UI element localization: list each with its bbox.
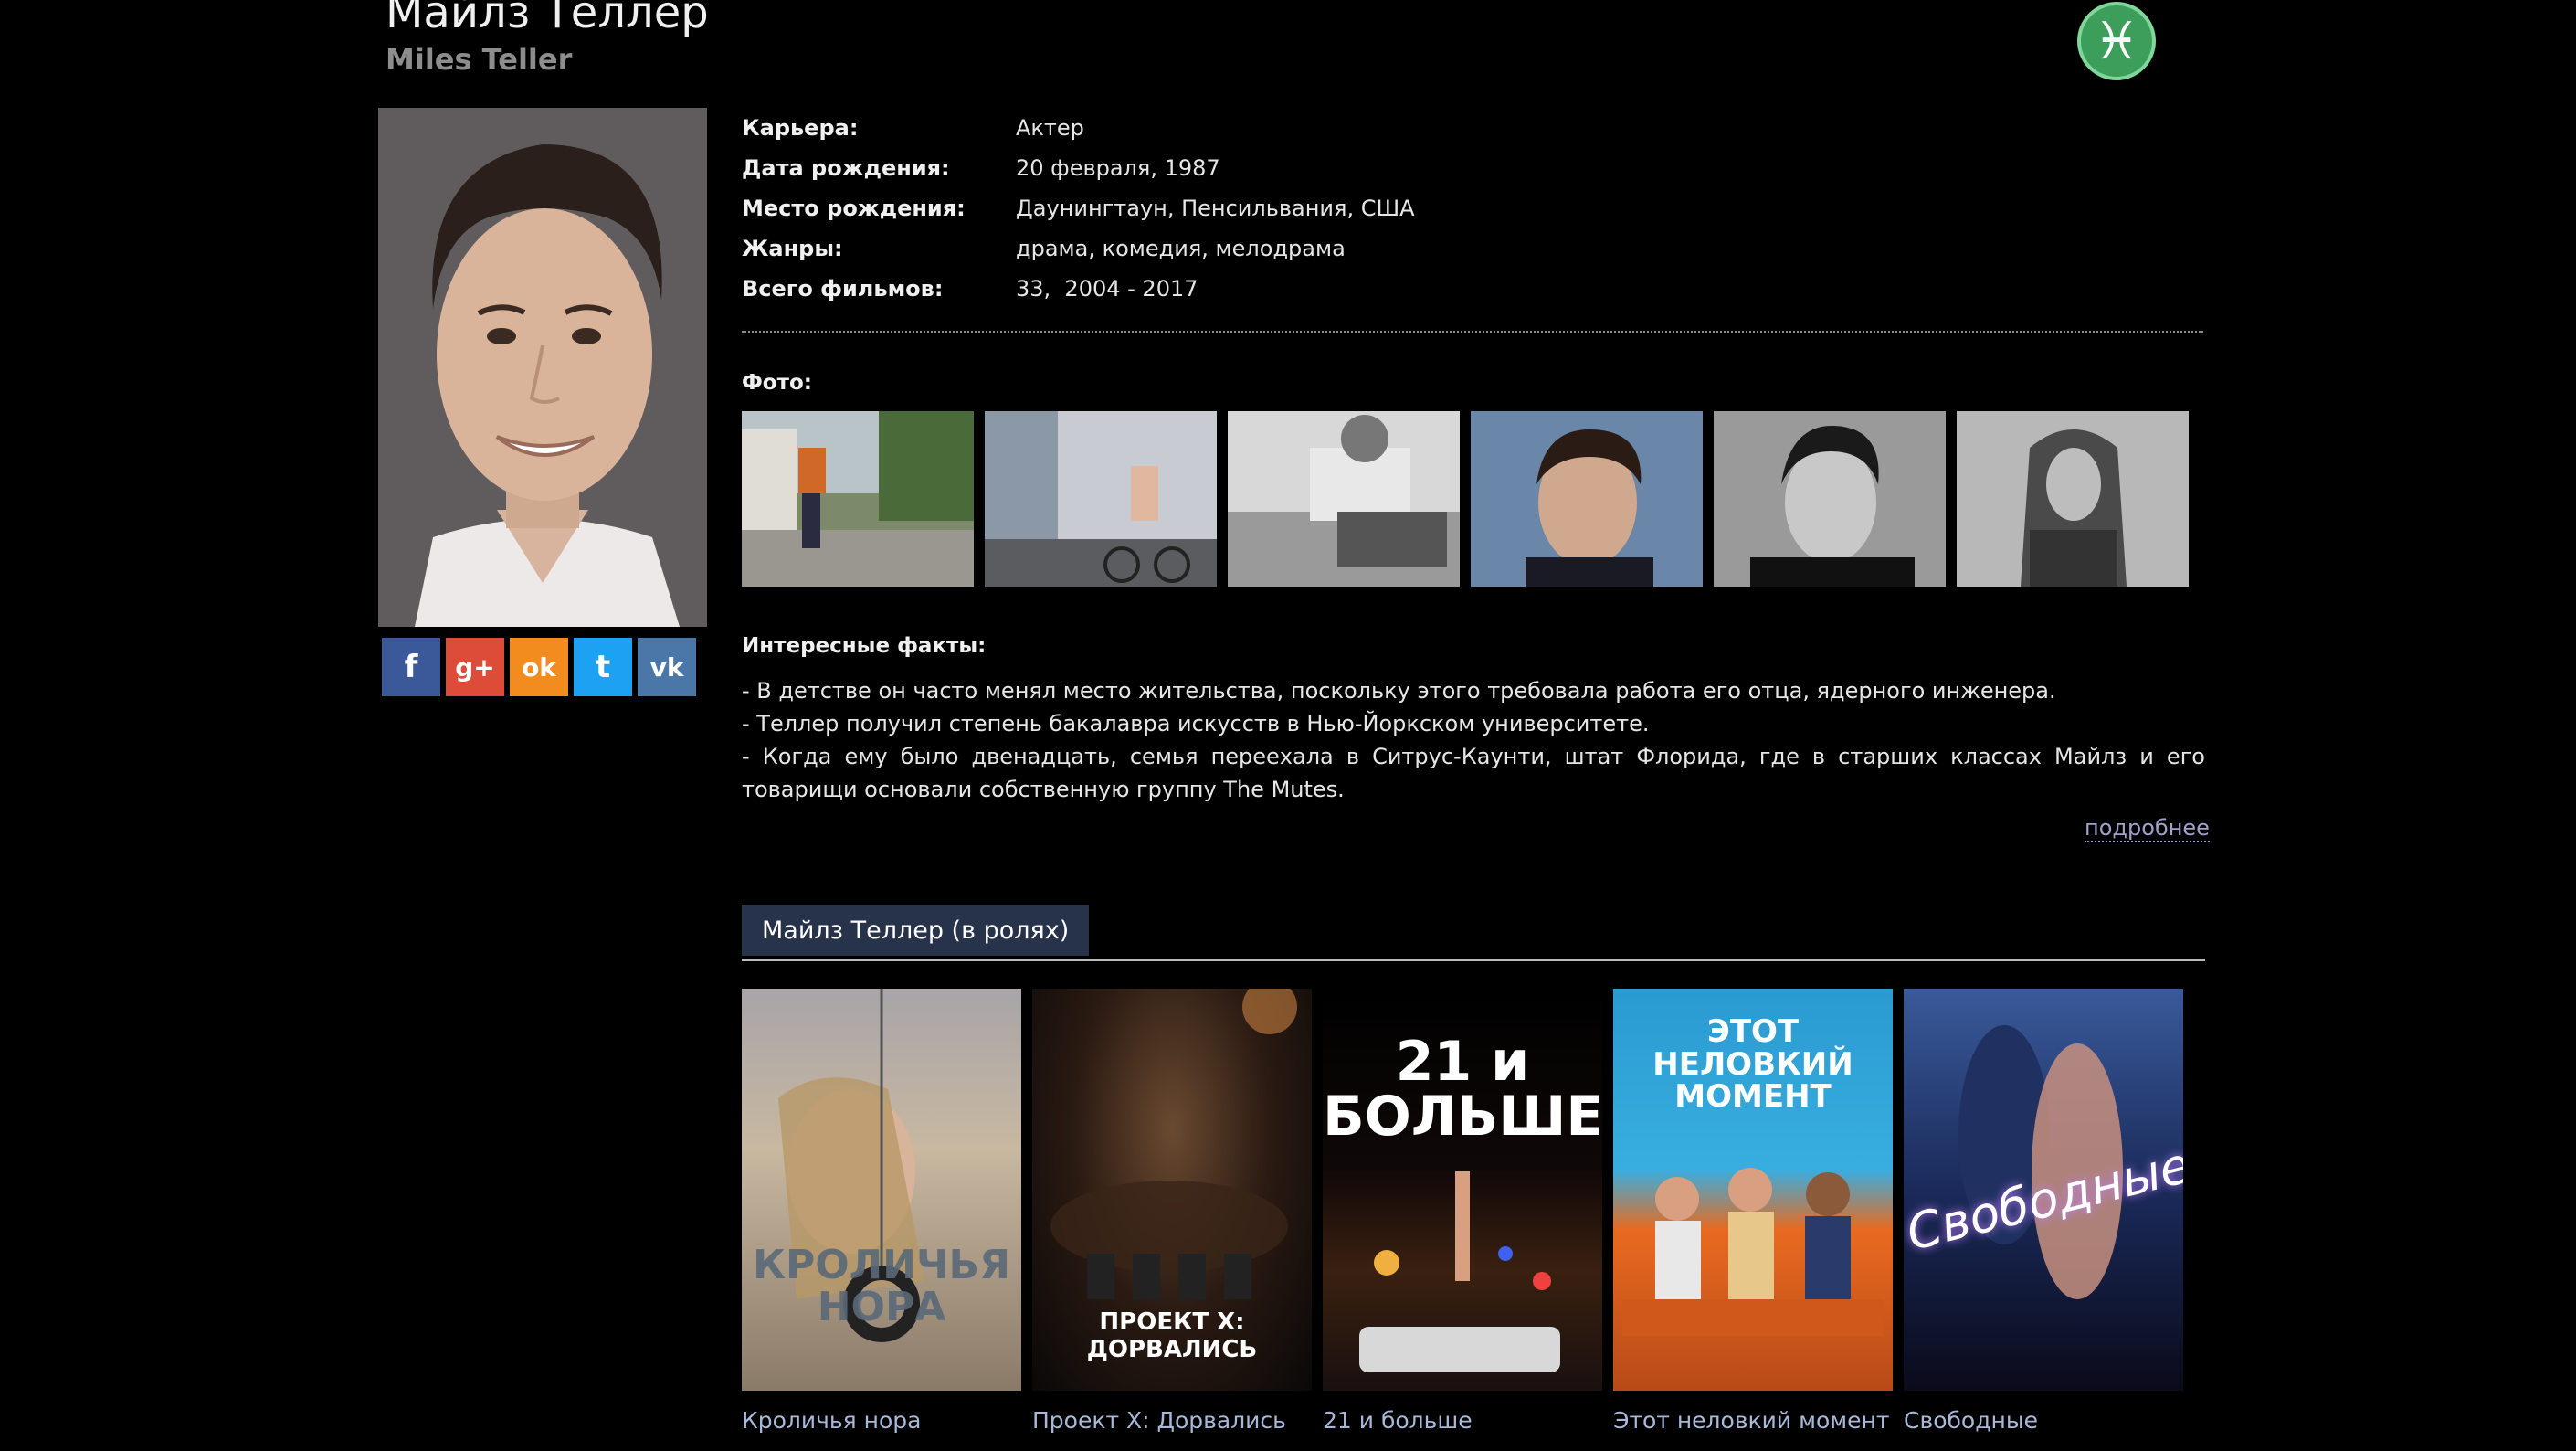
film-title-link[interactable]: 21 и больше [1323, 1407, 1602, 1434]
info-row-career: Карьера: Актер [742, 108, 2203, 148]
facts-heading: Интересные факты: [742, 634, 987, 658]
info-value: 33, 2004 - 2017 [1016, 276, 1198, 302]
section-divider [742, 331, 2203, 333]
fact-item: - В детстве он часто менял место жительс… [742, 678, 2056, 704]
photo-thumbnail[interactable] [742, 411, 974, 587]
poster-caption: ПРОЕКТ X: ДОРВАЛИСЬ [1086, 1308, 1258, 1363]
facebook-icon[interactable]: f [382, 638, 440, 696]
film-title-link[interactable]: Этот неловкий момент [1613, 1407, 1893, 1434]
actor-portrait [378, 108, 707, 627]
film-title-link[interactable]: Кроличья нора [742, 1407, 1021, 1434]
photos-heading: Фото: [742, 371, 812, 395]
film-poster[interactable]: ПРОЕКТ X: ДОРВАЛИСЬ [1032, 989, 1312, 1391]
fact-item: - Теллер получил степень бакалавра искус… [742, 711, 1650, 736]
photo-thumbnail[interactable] [1957, 411, 2189, 587]
tab-roles[interactable]: Майлз Теллер (в ролях) [742, 905, 1090, 956]
info-value: Даунингтаун, Пенсильвания, США [1016, 196, 1415, 221]
film-card[interactable]: ПРОЕКТ X: ДОРВАЛИСЬ Проект X: Дорвались [1032, 989, 1312, 1434]
fact-item: - Когда ему было двенадцать, семья перее… [742, 744, 2205, 802]
info-row-films-total: Всего фильмов: 33, 2004 - 2017 [742, 269, 2203, 309]
info-label: Дата рождения: [742, 155, 950, 181]
twitter-icon[interactable]: t [574, 638, 632, 696]
film-list: КРОЛИЧЬЯ НОРА Кроличья нора ПРОЕКТ X: ДО… [742, 989, 2183, 1434]
info-row-genres: Жанры: драма, комедия, мелодрама [742, 228, 2203, 269]
actor-info-table: Карьера: Актер Дата рождения: 20 февраля… [742, 108, 2203, 309]
zodiac-pisces-icon: ♓ [2077, 2, 2156, 80]
photo-strip [742, 411, 2189, 587]
film-poster[interactable]: Свободные [1904, 989, 2183, 1391]
info-row-birthplace: Место рождения: Даунингтаун, Пенсильвани… [742, 188, 2203, 228]
info-label: Место рождения: [742, 196, 966, 221]
film-card[interactable]: КРОЛИЧЬЯ НОРА Кроличья нора [742, 989, 1021, 1434]
info-label: Жанры: [742, 236, 843, 261]
film-poster[interactable]: ЭТОТ НЕЛОВКИЙ МОМЕНТ [1613, 989, 1893, 1391]
film-card[interactable]: ЭТОТ НЕЛОВКИЙ МОМЕНТ Этот неловкий момен… [1613, 989, 1893, 1434]
info-label: Всего фильмов: [742, 276, 944, 302]
actor-name-en: Miles Teller [385, 42, 573, 77]
poster-caption: 21 и БОЛЬШЕ [1323, 1030, 1602, 1149]
info-value: драма, комедия, мелодрама [1016, 236, 1346, 261]
facts-text: - В детстве он часто менял место жительс… [742, 674, 2205, 806]
photo-thumbnail[interactable] [1471, 411, 1703, 587]
photo-thumbnail[interactable] [1228, 411, 1460, 587]
vk-icon[interactable]: vk [638, 638, 696, 696]
film-title-link[interactable]: Проект X: Дорвались [1032, 1407, 1312, 1434]
more-facts-link[interactable]: подробнее [2085, 815, 2210, 842]
info-row-birthdate: Дата рождения: 20 февраля, 1987 [742, 148, 2203, 188]
photo-thumbnail[interactable] [985, 411, 1217, 587]
film-poster[interactable]: 21 и БОЛЬШЕ [1323, 989, 1602, 1391]
film-card[interactable]: Свободные Свободные [1904, 989, 2183, 1434]
social-share-bar: f g+ ok t vk [382, 638, 696, 696]
actor-name-ru: Майлз Теллер [385, 0, 709, 38]
tab-underline [742, 959, 2205, 961]
film-poster[interactable]: КРОЛИЧЬЯ НОРА [742, 989, 1021, 1391]
poster-caption: КРОЛИЧЬЯ НОРА [753, 1242, 1010, 1331]
film-card[interactable]: 21 и БОЛЬШЕ 21 и больше [1323, 989, 1602, 1434]
google-plus-icon[interactable]: g+ [446, 638, 504, 696]
info-label: Карьера: [742, 115, 859, 141]
photo-thumbnail[interactable] [1714, 411, 1946, 587]
info-value: Актер [1016, 115, 1084, 141]
poster-caption: ЭТОТ НЕЛОВКИЙ МОМЕНТ [1652, 1013, 1853, 1116]
film-title-link[interactable]: Свободные [1904, 1407, 2183, 1434]
odnoklassniki-icon[interactable]: ok [510, 638, 568, 696]
info-value: 20 февраля, 1987 [1016, 155, 1220, 181]
